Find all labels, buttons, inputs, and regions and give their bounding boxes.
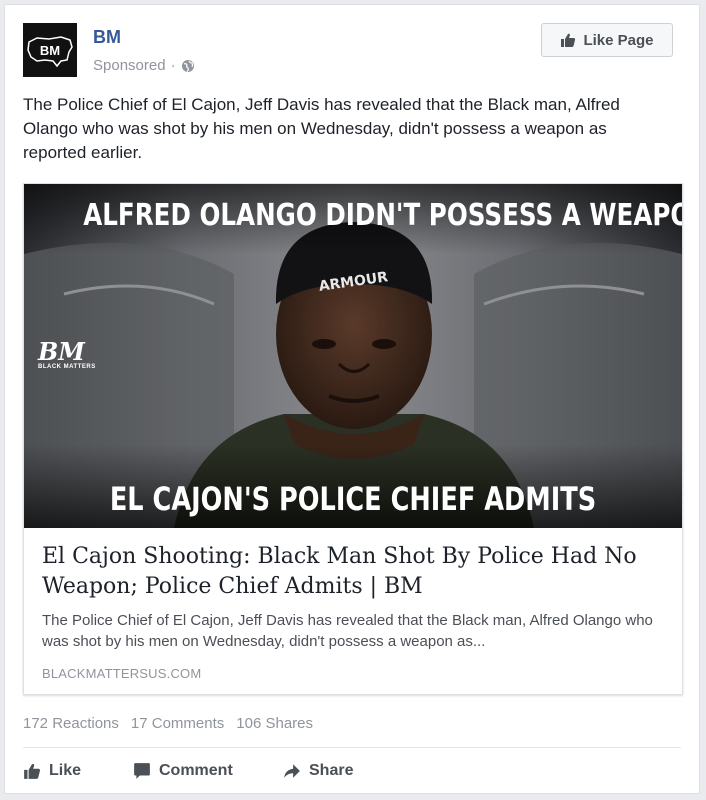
thumbs-up-icon [561,33,576,47]
share-button[interactable]: Share [283,757,393,785]
like-label: Like [49,762,82,779]
meta-separator: · [170,57,176,74]
page-avatar[interactable]: BM [23,23,77,77]
page-name-link[interactable]: BM [93,27,121,48]
globe-icon[interactable] [181,59,195,73]
man-in-car-photo: ARMOUR [24,184,682,528]
engagement-stats: 172 Reactions 17 Comments 106 Shares [23,715,313,732]
watermark-subtitle: BLACK MATTERS [38,364,96,370]
like-button[interactable]: Like [23,757,133,785]
link-title[interactable]: El Cajon Shooting: Black Man Shot By Pol… [42,542,662,602]
sponsored-label[interactable]: Sponsored [93,57,166,74]
sponsored-post-card: BM BM Sponsored · Like Page The Police C… [4,4,700,794]
share-arrow-icon [284,764,300,778]
comment-label: Comment [159,762,233,779]
image-headline-top: ALFRED OLANGO DIDN'T POSSESS A WEAPON: [83,198,682,233]
link-preview[interactable]: ARMOUR ALFRED OLANGO DIDN'T POSSESS A WE… [23,183,683,695]
post-text: The Police Chief of El Cajon, Jeff Davis… [23,95,620,162]
link-domain: BLACKMATTERSUS.COM [42,666,202,681]
shares-count[interactable]: 106 Shares [236,715,313,732]
actions-divider [23,747,681,748]
comments-count[interactable]: 17 Comments [131,715,224,732]
link-description: The Police Chief of El Cajon, Jeff Davis… [42,612,653,650]
black-matters-watermark: BM BLACK MATTERS [38,337,96,371]
comment-icon [134,763,150,779]
post-actions: Like Comment Share [23,757,393,785]
usa-map-logo-icon: BM [27,36,73,68]
share-label: Share [309,762,354,779]
link-preview-image[interactable]: ARMOUR ALFRED OLANGO DIDN'T POSSESS A WE… [24,184,682,528]
svg-text:BM: BM [40,43,60,58]
like-page-button[interactable]: Like Page [541,23,673,57]
reactions-count[interactable]: 172 Reactions [23,715,119,732]
sponsored-meta: Sponsored · [93,57,195,74]
like-page-label: Like Page [583,31,654,49]
watermark-letters: BM [38,337,85,366]
comment-button[interactable]: Comment [133,757,283,785]
thumbs-up-icon [24,763,41,779]
image-headline-bottom: EL CAJON'S POLICE CHIEF ADMITS [109,480,597,518]
